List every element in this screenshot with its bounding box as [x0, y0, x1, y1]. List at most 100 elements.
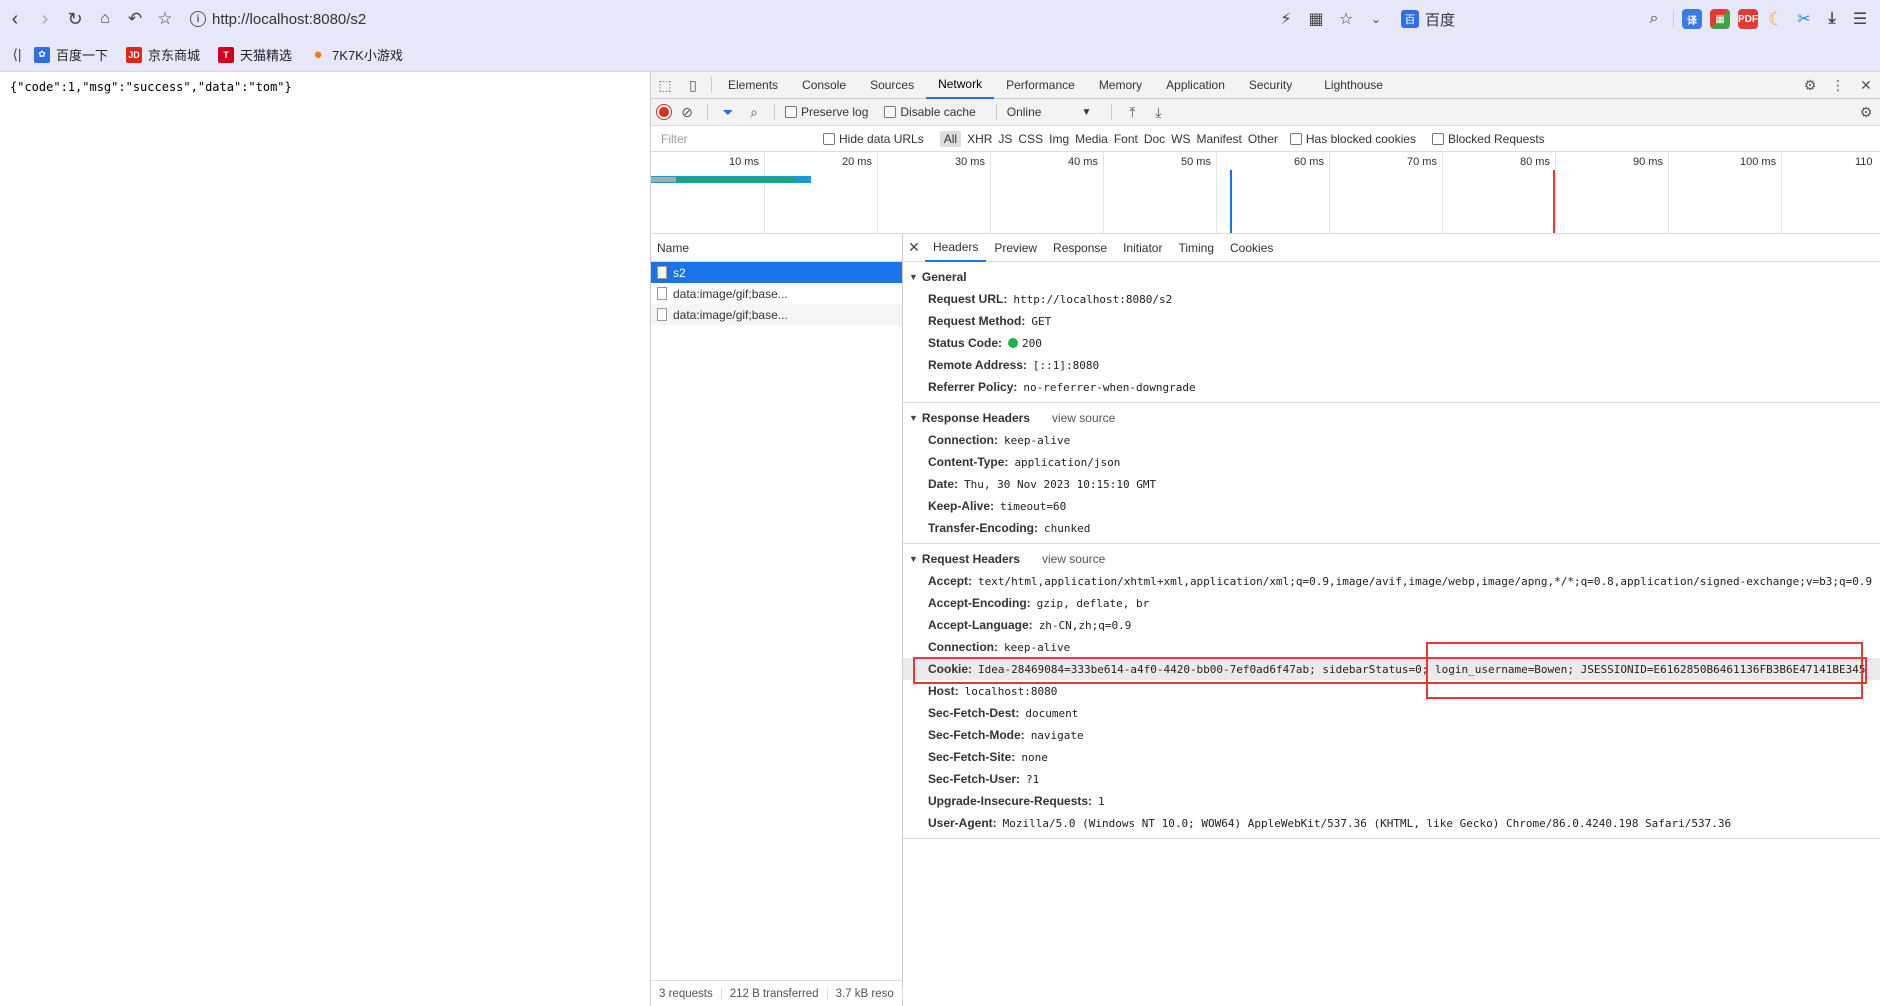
bookmark-7k7k[interactable]: ● 7K7K小游戏 — [310, 45, 403, 64]
checkbox[interactable] — [785, 106, 797, 118]
search-engine-box[interactable]: 百 百度 — [1395, 6, 1635, 32]
hide-data-urls-label: Hide data URLs — [839, 131, 924, 146]
request-headers-section-header[interactable]: ▼ Request Headers view source — [903, 548, 1880, 570]
tab-response[interactable]: Response — [1045, 234, 1115, 262]
tab-headers[interactable]: Headers — [925, 234, 987, 262]
device-toolbar-icon[interactable]: ▯ — [679, 72, 707, 99]
expand-triangle-icon: ▼ — [909, 413, 918, 423]
request-row[interactable]: data:image/gif;base... — [651, 283, 902, 304]
forward-button[interactable]: › — [30, 4, 60, 34]
header-key: Date: — [928, 477, 959, 491]
tab-application[interactable]: Application — [1154, 72, 1237, 99]
filter-bar: Filter Hide data URLs All XHR JS CSS Img… — [651, 126, 1880, 152]
request-row[interactable]: data:image/gif;base... — [651, 304, 902, 325]
type-filter-font[interactable]: Font — [1114, 132, 1138, 146]
header-row: Sec-Fetch-Dest: document — [903, 702, 1880, 724]
translate-extension-icon[interactable]: 译 — [1682, 9, 1702, 29]
tab-memory[interactable]: Memory — [1087, 72, 1154, 99]
view-source-link[interactable]: view source — [1052, 411, 1115, 425]
tab-cookies[interactable]: Cookies — [1222, 234, 1281, 262]
filter-icon[interactable]: ⏷ — [718, 99, 738, 126]
general-section-header[interactable]: ▼ General — [903, 266, 1880, 288]
checkbox[interactable] — [884, 106, 897, 118]
search-engine-label: 百度 — [1425, 11, 1456, 29]
has-blocked-cookies-checkbox[interactable]: Has blocked cookies — [1289, 132, 1416, 146]
checkbox[interactable] — [1289, 132, 1302, 145]
search-icon[interactable]: ⌕ — [744, 99, 764, 126]
cookie-header-row[interactable]: Cookie: Idea-28469084=333be614-a4f0-4420-… — [903, 658, 1880, 680]
hide-data-urls-checkbox[interactable]: Hide data URLs — [823, 132, 924, 146]
bookmark-jd[interactable]: JD 京东商城 — [126, 45, 200, 64]
back-button[interactable]: ‹ — [0, 4, 30, 34]
tab-initiator[interactable]: Initiator — [1115, 234, 1170, 262]
type-filter-other[interactable]: Other — [1248, 132, 1278, 146]
checkbox[interactable] — [1431, 132, 1444, 145]
response-headers-section-header[interactable]: ▼ Response Headers view source — [903, 407, 1880, 429]
type-filter-all[interactable]: All — [939, 130, 962, 147]
tab-timing[interactable]: Timing — [1170, 234, 1222, 262]
home-button[interactable]: ⌂ — [90, 4, 120, 34]
bookmark-baidu[interactable]: ✿ 百度一下 — [34, 45, 108, 64]
lightning-icon[interactable]: ⚡ — [1275, 8, 1297, 30]
type-filter-css[interactable]: CSS — [1018, 132, 1043, 146]
type-filter-doc[interactable]: Doc — [1144, 132, 1165, 146]
close-icon[interactable]: ✕ — [1852, 72, 1880, 99]
checkbox[interactable] — [823, 132, 835, 145]
gear-icon[interactable]: ⚙ — [1796, 72, 1824, 99]
blocked-requests-checkbox[interactable]: Blocked Requests — [1431, 132, 1545, 146]
info-icon[interactable]: i — [190, 11, 206, 27]
clear-icon[interactable]: ⊘ — [677, 99, 697, 126]
network-settings-gear-icon[interactable]: ⚙ — [1852, 99, 1880, 126]
bookmark-tmall[interactable]: T 天猫精选 — [218, 45, 292, 64]
type-filter-ws[interactable]: WS — [1171, 132, 1190, 146]
jd-logo-icon: JD — [126, 46, 143, 63]
close-icon[interactable]: ✕ — [903, 239, 925, 256]
type-filter-manifest[interactable]: Manifest — [1197, 132, 1242, 146]
address-bar[interactable]: i http://localhost:8080/s2 — [190, 5, 1275, 33]
undo-close-tab-button[interactable]: ↶ — [120, 4, 150, 34]
import-har-icon[interactable]: ⤒ — [1122, 99, 1142, 126]
tab-sources[interactable]: Sources — [858, 72, 926, 99]
name-column-header[interactable]: Name — [651, 234, 902, 262]
scissors-icon[interactable]: ✂ — [1794, 9, 1814, 29]
disable-cache-checkbox[interactable]: Disable cache — [884, 105, 976, 119]
tab-security[interactable]: Security — [1237, 72, 1304, 99]
header-key: User-Agent: — [928, 816, 997, 830]
moon-icon[interactable]: ☾ — [1766, 9, 1786, 29]
export-har-icon[interactable]: ⤓ — [1148, 99, 1168, 126]
tab-console[interactable]: Console — [790, 72, 858, 99]
tab-performance[interactable]: Performance — [994, 72, 1087, 99]
type-filter-img[interactable]: Img — [1049, 132, 1069, 146]
request-row[interactable]: s2 — [651, 262, 902, 283]
favorite-star-icon[interactable]: ☆ — [1335, 8, 1357, 30]
reload-button[interactable]: ↻ — [60, 4, 90, 34]
record-icon[interactable] — [657, 105, 671, 119]
type-filter-xhr[interactable]: XHR — [967, 132, 992, 146]
view-source-link[interactable]: view source — [1042, 552, 1105, 566]
tab-lighthouse[interactable]: Lighthouse — [1312, 72, 1395, 99]
collapse-sidebar-icon[interactable]: ⟨| — [0, 40, 34, 70]
menu-icon[interactable]: ☰ — [1850, 9, 1870, 29]
throttling-select[interactable]: Online ▼ — [1007, 105, 1092, 119]
more-options-icon[interactable]: ⋮ — [1824, 72, 1852, 99]
download-icon[interactable]: ⤓ — [1822, 9, 1842, 29]
tab-network[interactable]: Network — [926, 72, 995, 99]
timeline-gridline — [1103, 152, 1104, 233]
bookmark-star-button[interactable]: ☆ — [150, 4, 180, 34]
pdf-extension-icon[interactable]: PDF — [1738, 9, 1758, 29]
type-filter-js[interactable]: JS — [998, 132, 1012, 146]
devtools-panel: ⬚ ▯ Elements Console Sources Network Per… — [651, 72, 1880, 1006]
preserve-log-checkbox[interactable]: Preserve log — [785, 105, 868, 119]
chevron-down-icon[interactable]: ⌄ — [1365, 8, 1387, 30]
throttling-value: Online — [1006, 105, 1042, 119]
network-overview-timeline[interactable]: 10 ms 20 ms 30 ms 40 ms 50 ms 60 ms 70 m… — [651, 152, 1880, 234]
tab-elements[interactable]: Elements — [716, 72, 790, 99]
url-text[interactable]: http://localhost:8080/s2 — [212, 11, 366, 28]
inspect-element-icon[interactable]: ⬚ — [651, 72, 679, 99]
tab-preview[interactable]: Preview — [986, 234, 1045, 262]
filter-input[interactable]: Filter — [657, 129, 817, 149]
apps-grid-icon[interactable]: ▦ — [1710, 9, 1730, 29]
type-filter-media[interactable]: Media — [1075, 132, 1108, 146]
search-icon[interactable]: ⌕ — [1643, 8, 1665, 30]
qr-code-icon[interactable]: ▦ — [1305, 8, 1327, 30]
